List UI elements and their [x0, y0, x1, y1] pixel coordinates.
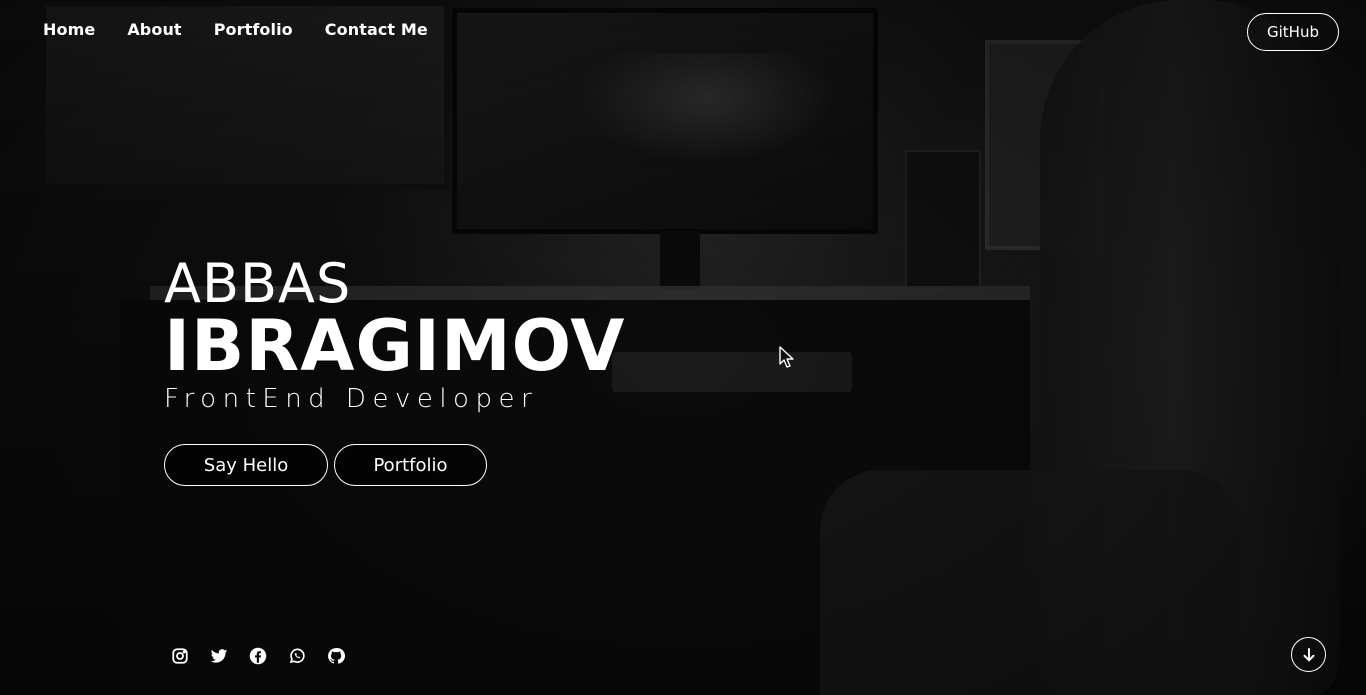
cta-buttons: Say Hello Portfolio: [164, 444, 625, 486]
hero-section: ABBAS IBRAGIMOV FrontEnd Developer Say H…: [164, 252, 625, 486]
role-title: FrontEnd Developer: [164, 384, 539, 414]
twitter-icon[interactable]: [209, 646, 229, 666]
say-hello-button[interactable]: Say Hello: [164, 444, 328, 486]
arrow-down-icon: [1303, 647, 1314, 661]
instagram-icon[interactable]: [170, 646, 190, 666]
last-name: IBRAGIMOV: [164, 305, 626, 387]
top-navigation: Home About Portfolio Contact Me GitHub: [0, 0, 1366, 62]
portfolio-button[interactable]: Portfolio: [334, 444, 487, 486]
facebook-icon[interactable]: [248, 646, 268, 666]
mouse-cursor-icon: [778, 345, 796, 373]
nav-home-link[interactable]: Home: [43, 20, 95, 39]
nav-portfolio-link[interactable]: Portfolio: [214, 20, 293, 39]
github-icon[interactable]: [326, 646, 346, 666]
social-links: [170, 646, 346, 666]
scroll-down-button[interactable]: [1291, 637, 1326, 672]
github-button[interactable]: GitHub: [1247, 13, 1339, 51]
whatsapp-icon[interactable]: [287, 646, 307, 666]
nav-about-link[interactable]: About: [127, 20, 181, 39]
nav-links: Home About Portfolio Contact Me: [43, 20, 460, 39]
nav-contact-link[interactable]: Contact Me: [325, 20, 428, 39]
